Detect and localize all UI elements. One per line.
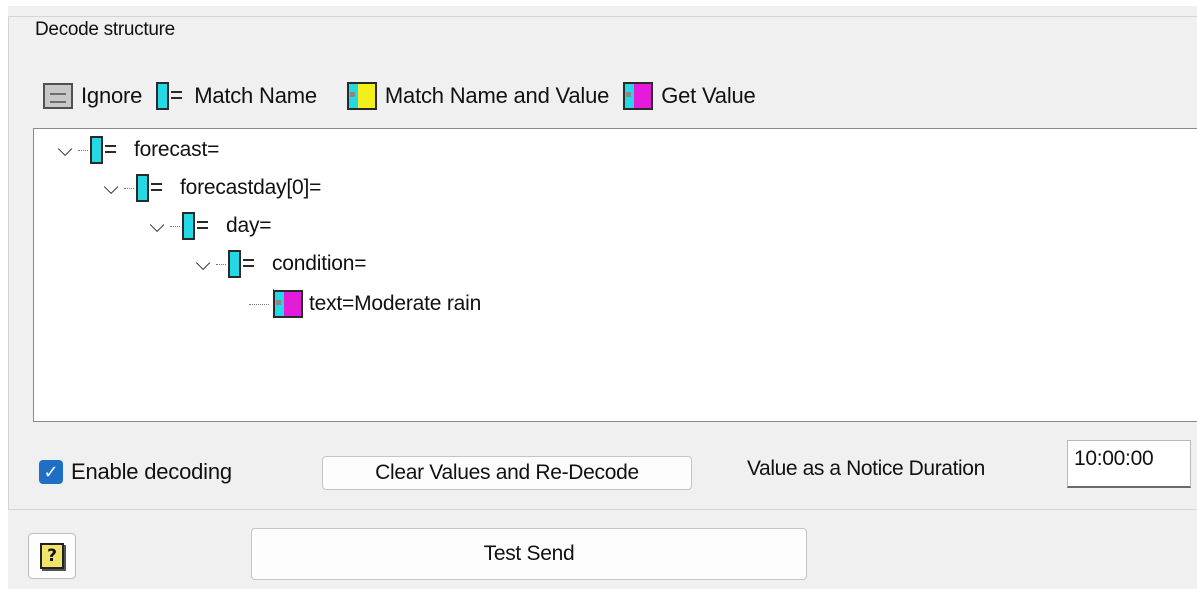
match-name-icon bbox=[228, 250, 258, 278]
tree-node-condition[interactable]: ⌵ condition= bbox=[192, 247, 367, 281]
match-name-icon bbox=[136, 174, 166, 202]
get-value-icon bbox=[273, 290, 303, 318]
match-name-icon bbox=[156, 82, 186, 110]
get-value-icon bbox=[623, 82, 654, 110]
chevron-down-icon[interactable]: ⌵ bbox=[146, 215, 168, 238]
match-name-value-icon bbox=[346, 82, 377, 110]
decode-structure-group: Decode structure Ignore Match Name Match… bbox=[8, 16, 1197, 510]
enable-decoding-label: Enable decoding bbox=[71, 459, 232, 484]
tree-node-forecastday[interactable]: ⌵ forecastday[0]= bbox=[100, 171, 321, 205]
clear-values-button[interactable]: Clear Values and Re-Decode bbox=[322, 456, 692, 490]
enable-decoding-checkbox[interactable]: ✓ Enable decoding bbox=[39, 459, 232, 485]
tree-node-text[interactable]: text=Moderate rain bbox=[249, 287, 481, 321]
legend-item-get-value: Get Value bbox=[623, 82, 756, 110]
options-row: ✓ Enable decoding Clear Values and Re-De… bbox=[9, 440, 1197, 495]
match-name-icon bbox=[182, 212, 212, 240]
tree-node-label: text=Moderate rain bbox=[309, 292, 482, 315]
legend-item-ignore: Ignore bbox=[43, 83, 142, 109]
legend-label: Ignore bbox=[81, 83, 143, 108]
legend-item-match-name: Match Name bbox=[156, 82, 317, 110]
chevron-down-icon[interactable]: ⌵ bbox=[54, 139, 76, 162]
tree-node-label: condition= bbox=[272, 252, 367, 275]
dialog: Decode structure Ignore Match Name Match… bbox=[8, 6, 1197, 589]
tree-node-day[interactable]: ⌵ day= bbox=[146, 209, 272, 243]
legend-label: Match Name bbox=[194, 83, 317, 108]
test-send-button[interactable]: Test Send bbox=[251, 528, 807, 580]
legend-label: Match Name and Value bbox=[384, 83, 610, 108]
legend-item-match-name-value: Match Name and Value bbox=[346, 82, 610, 110]
tree-node-label: forecastday[0]= bbox=[180, 176, 322, 199]
help-icon: ? bbox=[40, 543, 64, 569]
ignore-icon bbox=[43, 83, 73, 109]
match-name-icon bbox=[90, 136, 120, 164]
tree-node-label: forecast= bbox=[134, 138, 220, 161]
group-title: Decode structure bbox=[31, 19, 179, 41]
help-button[interactable]: ? bbox=[28, 533, 76, 579]
duration-input[interactable]: 10:00:00 bbox=[1067, 440, 1191, 488]
checkmark-icon[interactable]: ✓ bbox=[39, 460, 63, 484]
chevron-down-icon[interactable]: ⌵ bbox=[192, 253, 214, 276]
tree-node-forecast[interactable]: ⌵ forecast= bbox=[54, 133, 219, 167]
chevron-down-icon[interactable]: ⌵ bbox=[100, 177, 122, 200]
legend-label: Get Value bbox=[661, 83, 756, 108]
decode-tree[interactable]: ⌵ forecast= ⌵ forecastday[0]= ⌵ day= ⌵ c… bbox=[33, 128, 1197, 422]
duration-label: Value as a Notice Duration bbox=[747, 457, 985, 480]
tree-node-label: day= bbox=[226, 214, 272, 237]
legend: Ignore Match Name Match Name and Value G… bbox=[43, 79, 770, 113]
